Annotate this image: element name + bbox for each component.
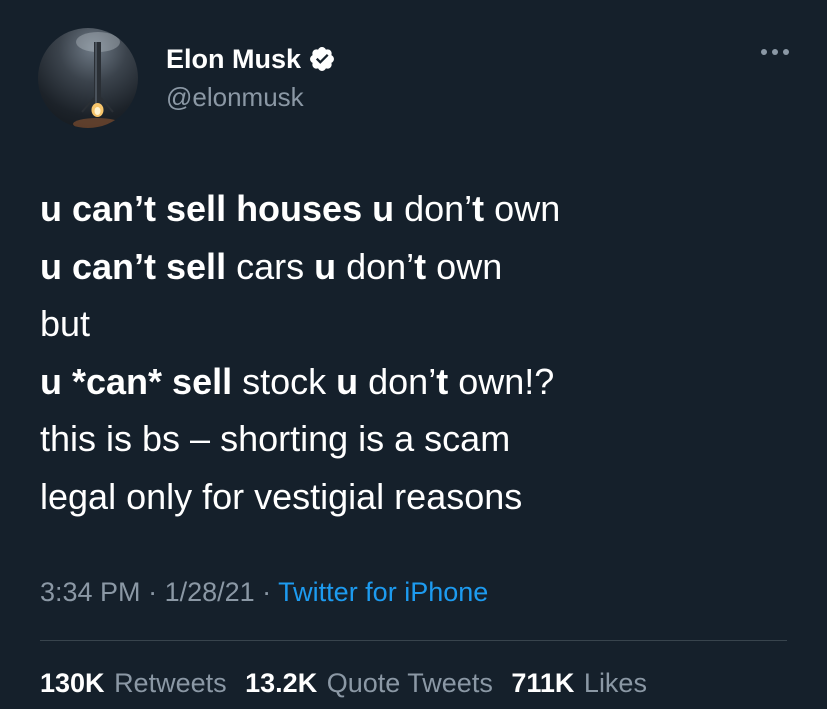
quote-tweets-label: Quote Tweets	[326, 668, 493, 698]
tweet-line: u can’t sell houses u don’t own	[40, 180, 800, 238]
tweet-text-run: u	[314, 245, 337, 287]
tweet-text-run: own	[484, 188, 561, 229]
tweet-text-run: stock	[232, 360, 337, 402]
tweet-text-run: own	[426, 245, 503, 287]
tweet-text-run: this is bs – shorting is a scam	[40, 418, 511, 459]
likes-stat[interactable]: 711K Likes	[511, 668, 647, 699]
avatar[interactable]	[38, 28, 138, 128]
tweet-line: u can’t sell cars u don’t own	[40, 238, 800, 296]
separator: ·	[140, 577, 165, 607]
handle[interactable]: @elonmusk	[166, 82, 336, 113]
tweet-header: Elon Musk @elonmusk	[38, 28, 798, 132]
tweet-text-run: u can’t sell	[40, 245, 227, 287]
likes-count: 711K	[511, 668, 575, 698]
tweet-date[interactable]: 1/28/21	[165, 577, 255, 607]
tweet-text-run: u	[336, 360, 359, 402]
tweet-text-run: u *can* sell	[40, 360, 233, 402]
author-block: Elon Musk @elonmusk	[166, 42, 336, 113]
tweet-text-run: t	[436, 360, 449, 402]
separator: ·	[254, 577, 279, 607]
tweet-text-run: cars	[226, 245, 315, 287]
retweets-count: 130K	[40, 668, 105, 698]
tweet-text-run: t	[414, 245, 427, 287]
likes-label: Likes	[583, 668, 647, 698]
tweet-line: but	[40, 295, 800, 353]
tweet-line: this is bs – shorting is a scam	[40, 410, 800, 468]
tweet-text-run: own!?	[448, 360, 555, 402]
tweet-text-run: don’	[336, 245, 415, 287]
tweet-text-run: t	[472, 188, 485, 229]
retweets-label: Retweets	[114, 668, 227, 698]
rocket-avatar	[73, 32, 121, 128]
tweet-time[interactable]: 3:34 PM	[40, 577, 141, 607]
tweet-text-run: don’	[394, 188, 473, 229]
tweet-text-run: u can’t sell houses u	[40, 188, 395, 229]
engagement-stats: 130K Retweets 13.2K Quote Tweets 711K Li…	[40, 668, 658, 699]
quote-tweets-stat[interactable]: 13.2K Quote Tweets	[245, 668, 493, 699]
tweet-line: u *can* sell stock u don’t own!?	[40, 353, 800, 411]
tweet-meta: 3:34 PM · 1/28/21 · Twitter for iPhone	[40, 577, 488, 608]
verified-badge-icon	[308, 45, 336, 73]
tweet-text-run: but	[40, 303, 91, 344]
display-name[interactable]: Elon Musk	[166, 44, 301, 75]
tweet-text-run: legal only for vestigial reasons	[40, 475, 523, 517]
more-options-icon[interactable]	[758, 42, 798, 62]
source-link[interactable]: Twitter for iPhone	[278, 577, 488, 607]
tweet-text: u can’t sell houses u don’t own u can’t s…	[40, 180, 800, 525]
divider	[40, 640, 787, 641]
tweet-text-run: don’	[358, 360, 437, 402]
quote-tweets-count: 13.2K	[245, 668, 318, 698]
tweet-line: legal only for vestigial reasons	[40, 468, 800, 526]
retweets-stat[interactable]: 130K Retweets	[40, 668, 227, 699]
